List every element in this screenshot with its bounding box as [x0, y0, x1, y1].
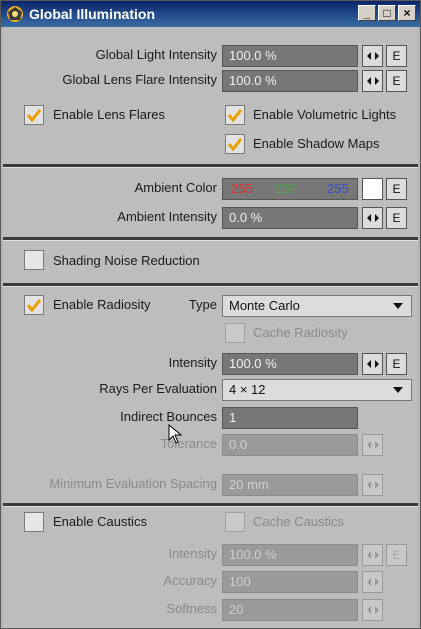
checkmark-icon: [228, 138, 242, 151]
app-icon: [7, 6, 23, 22]
caustics-accuracy-field[interactable]: 100: [222, 571, 358, 593]
rays-per-evaluation-value: 4 × 12: [229, 382, 266, 397]
separator: [3, 237, 418, 241]
tolerance-slider-icon[interactable]: [362, 434, 383, 456]
close-button[interactable]: ×: [398, 5, 416, 21]
enable-radiosity-label: Enable Radiosity: [53, 297, 151, 312]
checkmark-icon: [27, 299, 41, 312]
lens-flare-intensity-label: Global Lens Flare Intensity: [62, 72, 217, 87]
ambient-intensity-slider-icon[interactable]: [362, 207, 383, 229]
caustics-softness-field[interactable]: 20: [222, 599, 358, 621]
enable-volumetric-lights-checkbox[interactable]: [225, 105, 245, 125]
cache-caustics-checkbox[interactable]: [225, 512, 245, 532]
caustics-intensity-field[interactable]: 100.0 %: [222, 544, 358, 566]
ambient-color-label: Ambient Color: [134, 180, 217, 195]
enable-lens-flares-label: Enable Lens Flares: [53, 107, 166, 122]
mouse-cursor-icon: [168, 424, 183, 444]
ambient-green-value[interactable]: 255: [275, 179, 297, 199]
global-light-intensity-field[interactable]: 100.0 %: [222, 45, 358, 67]
caustics-intensity-label: Intensity: [168, 546, 217, 561]
global-light-intensity-label: Global Light Intensity: [95, 47, 217, 62]
ambient-intensity-field[interactable]: 0.0 %: [222, 207, 358, 229]
caustics-accuracy-slider-icon[interactable]: [362, 571, 383, 593]
indirect-bounces-label: Indirect Bounces: [120, 409, 217, 424]
ambient-red-value[interactable]: 255: [231, 179, 253, 199]
caustics-intensity-slider-icon[interactable]: [362, 544, 383, 566]
dialog-client: Global Light Intensity 100.0 % E Global …: [3, 27, 418, 628]
radiosity-intensity-label: Intensity: [168, 355, 217, 370]
separator: [3, 164, 418, 168]
enable-lens-flares-checkbox[interactable]: [24, 105, 44, 125]
checkmark-icon: [27, 109, 41, 122]
radiosity-type-dropdown[interactable]: Monte Carlo: [222, 295, 412, 317]
caustics-accuracy-label: Accuracy: [163, 573, 217, 588]
checkmark-icon: [228, 109, 242, 122]
cache-caustics-label: Cache Caustics: [253, 514, 345, 529]
window: Global Illumination _ □ × Global Light I…: [0, 0, 421, 629]
chevron-down-icon: [393, 387, 403, 393]
rays-per-evaluation-label: Rays Per Evaluation: [99, 381, 217, 396]
global-light-intensity-envelope-button[interactable]: E: [386, 45, 407, 67]
minimum-evaluation-spacing-field[interactable]: 20 mm: [222, 474, 358, 496]
enable-shadow-maps-label: Enable Shadow Maps: [253, 136, 380, 151]
radiosity-intensity-slider-icon[interactable]: [362, 353, 383, 375]
radiosity-type-value: Monte Carlo: [229, 298, 300, 313]
shading-noise-reduction-checkbox[interactable]: [24, 250, 44, 270]
lens-flare-intensity-slider-icon[interactable]: [362, 70, 383, 92]
ambient-intensity-label: Ambient Intensity: [117, 209, 217, 224]
tolerance-field[interactable]: 0.0: [222, 434, 358, 456]
lens-flare-intensity-field[interactable]: 100.0 %: [222, 70, 358, 92]
minimize-button[interactable]: _: [358, 5, 376, 21]
rays-per-evaluation-dropdown[interactable]: 4 × 12: [222, 379, 412, 401]
caustics-softness-slider-icon[interactable]: [362, 599, 383, 621]
caustics-intensity-envelope-button[interactable]: E: [386, 544, 407, 566]
enable-radiosity-checkbox[interactable]: [24, 295, 44, 315]
shading-noise-reduction-label: Shading Noise Reduction: [53, 253, 200, 268]
radiosity-intensity-field[interactable]: 100.0 %: [222, 353, 358, 375]
ambient-intensity-envelope-button[interactable]: E: [386, 207, 407, 229]
enable-volumetric-lights-label: Enable Volumetric Lights: [253, 107, 397, 122]
indirect-bounces-field[interactable]: 1: [222, 407, 358, 429]
radiosity-intensity-envelope-button[interactable]: E: [386, 353, 407, 375]
ambient-color-envelope-button[interactable]: E: [386, 178, 407, 200]
title-bar[interactable]: Global Illumination _ □ ×: [1, 1, 420, 27]
ambient-blue-value[interactable]: 255: [327, 179, 349, 199]
ambient-color-swatch[interactable]: [362, 178, 383, 200]
separator: [3, 503, 418, 507]
cache-radiosity-label: Cache Radiosity: [253, 325, 348, 340]
enable-shadow-maps-checkbox[interactable]: [225, 134, 245, 154]
enable-caustics-label: Enable Caustics: [53, 514, 147, 529]
separator: [3, 283, 418, 287]
minimum-evaluation-spacing-slider-icon[interactable]: [362, 474, 383, 496]
caustics-softness-label: Softness: [166, 601, 217, 616]
lens-flare-intensity-envelope-button[interactable]: E: [386, 70, 407, 92]
cache-radiosity-checkbox[interactable]: [225, 323, 245, 343]
enable-caustics-checkbox[interactable]: [24, 512, 44, 532]
minimum-evaluation-spacing-label: Minimum Evaluation Spacing: [49, 476, 217, 491]
maximize-button[interactable]: □: [378, 5, 396, 21]
chevron-down-icon: [393, 303, 403, 309]
radiosity-type-label: Type: [188, 297, 217, 312]
window-title: Global Illumination: [29, 6, 155, 22]
global-light-intensity-slider-icon[interactable]: [362, 45, 383, 67]
ambient-color-field[interactable]: 255 255 255: [222, 178, 358, 200]
